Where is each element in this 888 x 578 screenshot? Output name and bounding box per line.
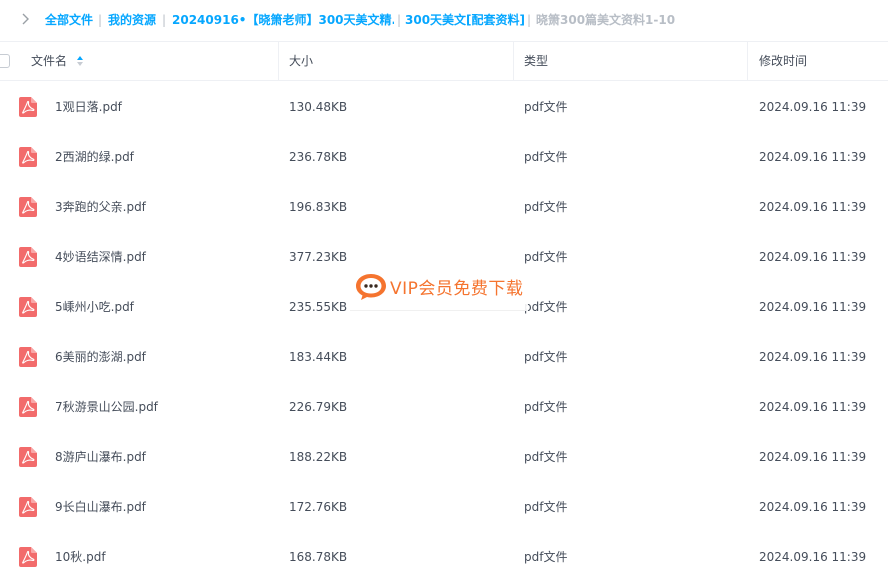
file-size: 130.48KB — [289, 100, 348, 114]
file-modified: 2024.09.16 11:39 — [759, 400, 867, 414]
file-type: pdf文件 — [524, 500, 568, 514]
file-modified: 2024.09.16 11:39 — [759, 100, 867, 114]
file-size: 235.55KB — [289, 300, 348, 314]
file-type: pdf文件 — [524, 400, 568, 414]
pdf-file-icon — [19, 447, 37, 467]
breadcrumb-item-materials[interactable]: 300天美文[配套资料] — [405, 12, 525, 28]
file-browser: 全部文件 | 我的资源 | 20240916•【晓箫老师】300天美文精... … — [0, 0, 888, 578]
table-row[interactable]: 10秋.pdf 168.78KB pdf文件 2024.09.16 11:39 — [0, 532, 888, 578]
chevron-right-icon[interactable] — [19, 12, 31, 26]
column-header-name[interactable]: 文件名 — [31, 42, 67, 80]
file-modified: 2024.09.16 11:39 — [759, 450, 867, 464]
table-row[interactable]: 1观日落.pdf 130.48KB pdf文件 2024.09.16 11:39 — [0, 82, 888, 132]
pdf-file-icon — [19, 97, 37, 117]
file-name[interactable]: 2西湖的绿.pdf — [55, 132, 134, 182]
table-row[interactable]: 7秋游景山公园.pdf 226.79KB pdf文件 2024.09.16 11… — [0, 382, 888, 432]
file-type: pdf文件 — [524, 300, 568, 314]
breadcrumb: 全部文件 | 我的资源 | 20240916•【晓箫老师】300天美文精... … — [0, 0, 888, 40]
file-type: pdf文件 — [524, 150, 568, 164]
file-type: pdf文件 — [524, 250, 568, 264]
file-size: 188.22KB — [289, 450, 348, 464]
watermark-text: VIP会员免费下载 — [390, 279, 524, 299]
pdf-file-icon — [19, 197, 37, 217]
file-modified: 2024.09.16 11:39 — [759, 250, 867, 264]
file-type: pdf文件 — [524, 100, 568, 114]
file-type: pdf文件 — [524, 350, 568, 364]
breadcrumb-separator: | — [98, 13, 103, 27]
file-modified: 2024.09.16 11:39 — [759, 200, 867, 214]
breadcrumb-current: 晓箫300篇美文资料1-10 — [536, 13, 676, 27]
select-all-checkbox[interactable] — [0, 54, 10, 68]
table-row[interactable]: 6美丽的澎湖.pdf 183.44KB pdf文件 2024.09.16 11:… — [0, 332, 888, 382]
file-type: pdf文件 — [524, 200, 568, 214]
file-type: pdf文件 — [524, 450, 568, 464]
chat-bubble-icon — [354, 272, 388, 302]
pdf-file-icon — [19, 497, 37, 517]
file-name[interactable]: 9长白山瀑布.pdf — [55, 482, 146, 532]
file-name[interactable]: 5嵊州小吃.pdf — [55, 282, 134, 332]
pdf-file-icon — [19, 297, 37, 317]
column-header-type[interactable]: 类型 — [524, 42, 548, 80]
sort-ascending-icon[interactable] — [76, 55, 84, 67]
file-size: 172.76KB — [289, 500, 348, 514]
file-name[interactable]: 3奔跑的父亲.pdf — [55, 182, 146, 232]
table-row[interactable]: 3奔跑的父亲.pdf 196.83KB pdf文件 2024.09.16 11:… — [0, 182, 888, 232]
column-divider[interactable] — [513, 42, 514, 80]
vip-watermark: VIP会员免费下载 — [350, 268, 528, 311]
file-modified: 2024.09.16 11:39 — [759, 550, 867, 564]
pdf-file-icon — [19, 347, 37, 367]
column-header-modified[interactable]: 修改时间 — [759, 42, 807, 80]
breadcrumb-separator: | — [527, 13, 532, 27]
file-name[interactable]: 10秋.pdf — [55, 532, 106, 578]
breadcrumb-separator: | — [162, 13, 167, 27]
file-modified: 2024.09.16 11:39 — [759, 150, 867, 164]
file-type: pdf文件 — [524, 550, 568, 564]
column-divider[interactable] — [278, 42, 279, 80]
pdf-file-icon — [19, 547, 37, 567]
pdf-file-icon — [19, 397, 37, 417]
table-row[interactable]: 9长白山瀑布.pdf 172.76KB pdf文件 2024.09.16 11:… — [0, 482, 888, 532]
file-size: 236.78KB — [289, 150, 348, 164]
column-header-size[interactable]: 大小 — [289, 42, 313, 80]
file-size: 196.83KB — [289, 200, 348, 214]
pdf-file-icon — [19, 247, 37, 267]
file-name[interactable]: 7秋游景山公园.pdf — [55, 382, 158, 432]
file-name[interactable]: 1观日落.pdf — [55, 82, 122, 132]
file-size: 226.79KB — [289, 400, 348, 414]
file-size: 183.44KB — [289, 350, 348, 364]
column-divider[interactable] — [747, 42, 748, 80]
pdf-file-icon — [19, 147, 37, 167]
breadcrumb-item-course-folder[interactable]: 20240916•【晓箫老师】300天美文精... — [172, 12, 394, 28]
file-size: 168.78KB — [289, 550, 348, 564]
table-header: 文件名 大小 类型 修改时间 — [0, 41, 888, 81]
file-modified: 2024.09.16 11:39 — [759, 500, 867, 514]
file-name[interactable]: 4妙语结深情.pdf — [55, 232, 146, 282]
file-name[interactable]: 6美丽的澎湖.pdf — [55, 332, 146, 382]
breadcrumb-item-all-files[interactable]: 全部文件 — [45, 12, 93, 28]
table-row[interactable]: 2西湖的绿.pdf 236.78KB pdf文件 2024.09.16 11:3… — [0, 132, 888, 182]
breadcrumb-item-my-resources[interactable]: 我的资源 — [108, 12, 156, 28]
file-size: 377.23KB — [289, 250, 348, 264]
file-modified: 2024.09.16 11:39 — [759, 350, 867, 364]
file-modified: 2024.09.16 11:39 — [759, 300, 867, 314]
file-name[interactable]: 8游庐山瀑布.pdf — [55, 432, 146, 482]
breadcrumb-separator: | — [397, 13, 402, 27]
table-row[interactable]: 8游庐山瀑布.pdf 188.22KB pdf文件 2024.09.16 11:… — [0, 432, 888, 482]
